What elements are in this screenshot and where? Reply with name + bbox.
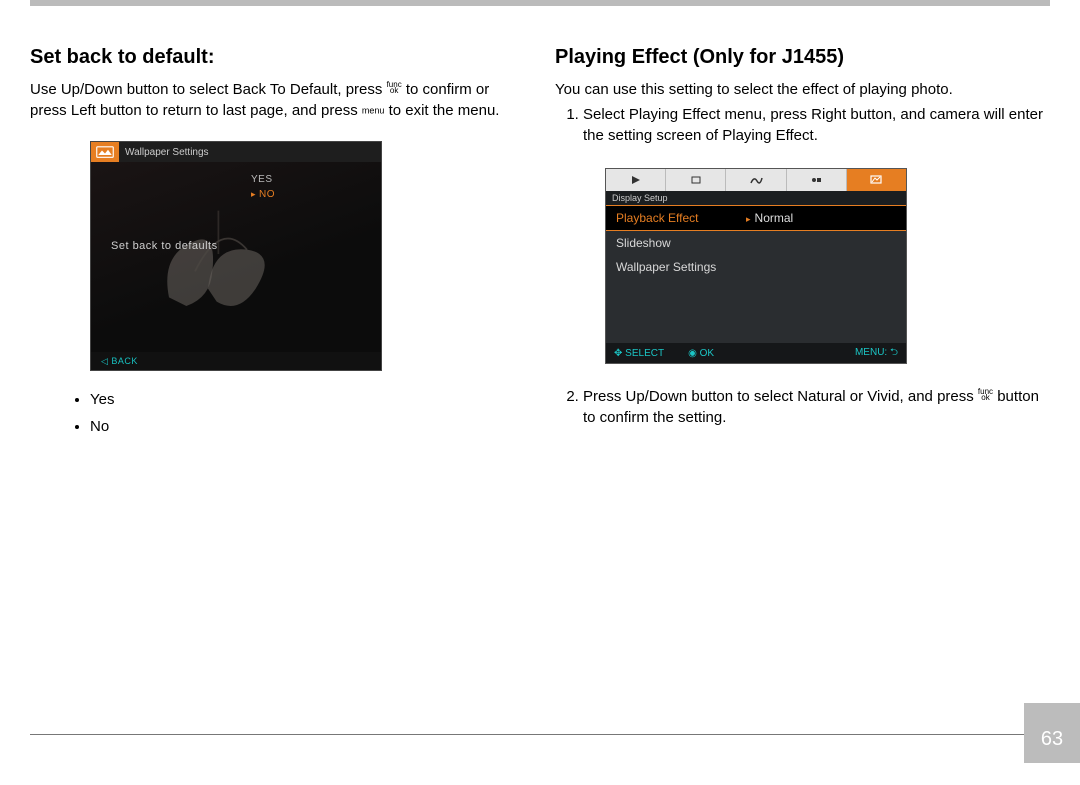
footer-ok: ◉ OK <box>688 348 714 359</box>
shot1-caption: Set back to defaults <box>111 240 218 252</box>
row3-label: Wallpaper Settings <box>616 260 746 274</box>
option-yes: YES <box>251 174 275 185</box>
shot2-body: Playback Effect Normal Slideshow Wallpap… <box>606 205 906 343</box>
left-heading: Set back to default: <box>30 46 525 69</box>
shot2-footer: ✥ SELECT ◉ OK MENU: ⮌ <box>606 343 906 363</box>
curve-tab-icon <box>726 169 786 191</box>
shot1-footer: ◁ BACK <box>91 352 381 370</box>
wallpaper-settings-screenshot: Wallpaper Settings <box>90 141 382 371</box>
display-setup-screenshot: Display Setup Playback Effect Normal Sli… <box>605 168 907 364</box>
left-paragraph: Use Up/Down button to select Back To Def… <box>30 79 525 121</box>
row-slideshow: Slideshow <box>606 231 906 255</box>
right-intro: You can use this setting to select the e… <box>555 79 1050 100</box>
footer-menu: MENU: ⮌ <box>855 345 898 362</box>
menu-button-icon: menu <box>362 106 385 116</box>
left-column: Set back to default: Use Up/Down button … <box>30 46 525 453</box>
step-2: Press Up/Down button to select Natural o… <box>583 386 1050 428</box>
footer-select: ✥ SELECT <box>614 348 664 359</box>
step-1: Select Playing Effect menu, press Right … <box>583 104 1050 146</box>
left-para-c: to exit the menu. <box>389 102 500 119</box>
top-border <box>30 0 1050 46</box>
shot1-options: YES NO <box>251 174 275 200</box>
right-column: Playing Effect (Only for J1455) You can … <box>555 46 1050 453</box>
right-steps: Select Playing Effect menu, press Right … <box>555 104 1050 146</box>
footer-rule <box>30 734 1050 735</box>
bullet-yes: Yes <box>90 389 525 410</box>
page-footer: 63 <box>0 717 1080 751</box>
shot1-body: YES NO Set back to defaults <box>91 162 381 352</box>
left-para-a: Use Up/Down button to select Back To Def… <box>30 81 387 98</box>
row-playback-effect: Playback Effect Normal <box>606 205 906 231</box>
wallpaper-tab-icon <box>91 142 119 162</box>
row1-value: Normal <box>746 211 793 225</box>
func-ok-button-icon: func ok <box>387 82 402 95</box>
option-no: NO <box>251 189 275 200</box>
play-tab-icon <box>606 169 666 191</box>
row-wallpaper-settings: Wallpaper Settings <box>606 255 906 279</box>
shot1-tabbar: Wallpaper Settings <box>91 142 381 162</box>
page-number: 63 <box>1024 703 1080 763</box>
shot2-crumb: Display Setup <box>606 191 906 205</box>
right-steps-2: Press Up/Down button to select Natural o… <box>555 386 1050 428</box>
shot1-title: Wallpaper Settings <box>119 147 209 158</box>
row2-label: Slideshow <box>616 236 746 250</box>
bullet-no: No <box>90 416 525 437</box>
flower-image-icon <box>131 202 311 332</box>
shot2-spacer <box>606 279 906 343</box>
step2-a: Press Up/Down button to select Natural o… <box>583 388 978 405</box>
tools-tab-icon <box>787 169 847 191</box>
func-ok-button-icon-2: func ok <box>978 389 993 402</box>
shot2-tabbar <box>606 169 906 191</box>
right-heading: Playing Effect (Only for J1455) <box>555 46 1050 69</box>
row1-label: Playback Effect <box>616 211 746 225</box>
display-tab-icon <box>847 169 906 191</box>
back-label: ◁ BACK <box>101 356 138 367</box>
edit-tab-icon <box>666 169 726 191</box>
left-bullets: Yes No <box>30 389 525 437</box>
